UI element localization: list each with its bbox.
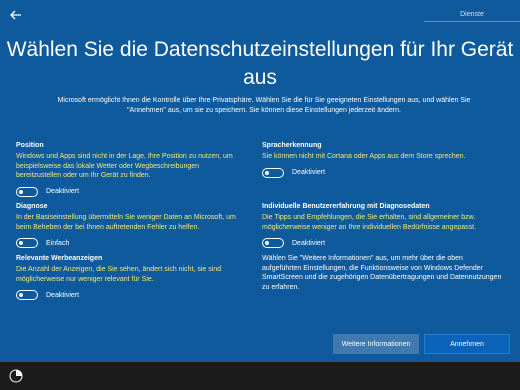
more-info-button[interactable]: Weitere Informationen [333, 334, 419, 354]
setting-relevant-ads: Relevante Werbeanzeigen Die Anzahl der A… [16, 254, 244, 301]
bottom-bar [0, 362, 520, 390]
position-toggle[interactable] [16, 186, 38, 197]
more-info-paragraph: Wählen Sie "Weitere Informationen" aus, … [262, 254, 502, 292]
toggle-knob [19, 189, 23, 194]
setting-position: Position Windows und Apps sind nicht in … [16, 141, 244, 198]
setting-title: Spracherkennung [262, 142, 322, 149]
toggle-knob [265, 241, 269, 246]
setting-title: Individuelle Benutzererfahrung mit Diagn… [262, 203, 430, 210]
setting-description: Sie können nicht mit Cortana oder Apps a… [262, 153, 466, 160]
accept-button[interactable]: Annehmen [424, 334, 510, 354]
intro-text: Microsoft ermöglicht Ihnen die Kontrolle… [57, 97, 471, 114]
info-text: Wählen Sie "Weitere Informationen" aus, … [262, 255, 502, 291]
ease-of-access-button[interactable] [8, 368, 24, 384]
page-title: Wählen Sie die Datenschutzeinstellungen … [6, 38, 514, 89]
toggle-knob [19, 293, 23, 298]
setting-description: Windows und Apps sind nicht in der Lage,… [16, 153, 233, 180]
toggle-state-label: Deaktiviert [46, 188, 80, 196]
ease-of-access-icon [9, 369, 23, 383]
toggle-state-label: Deaktiviert [292, 169, 326, 177]
setting-tailored-experience: Individuelle Benutzererfahrung mit Diagn… [262, 202, 502, 249]
setting-description: Die Tipps und Empfehlungen, die Sie erha… [262, 214, 477, 231]
toggle-state-label: Deaktiviert [292, 239, 326, 247]
toggle-state-label: Einfach [46, 239, 70, 247]
top-bar: Dienste [0, 0, 520, 30]
setting-diagnose: Diagnose In der Basiseinstellung übermit… [16, 202, 244, 249]
toggle-knob [265, 170, 269, 175]
setting-title: Relevante Werbeanzeigen [16, 255, 103, 262]
toggle-state-label: Deaktiviert [46, 291, 80, 299]
relevant-ads-toggle[interactable] [16, 290, 38, 301]
tab-services[interactable]: Dienste [424, 0, 520, 30]
setting-speech-recognition: Spracherkennung Sie können nicht mit Cor… [262, 141, 502, 179]
tailored-experience-toggle[interactable] [262, 238, 284, 249]
diagnose-toggle[interactable] [16, 238, 38, 249]
speech-recognition-toggle[interactable] [262, 167, 284, 178]
setting-description: In der Basiseinstellung übermitteln Sie … [16, 214, 236, 231]
arrow-left-icon [10, 10, 21, 20]
back-button[interactable] [6, 5, 26, 25]
setting-title: Diagnose [16, 203, 48, 210]
setting-description: Die Anzahl der Anzeigen, die Sie sehen, … [16, 266, 222, 283]
setting-title: Position [16, 142, 44, 149]
toggle-knob [19, 241, 23, 246]
